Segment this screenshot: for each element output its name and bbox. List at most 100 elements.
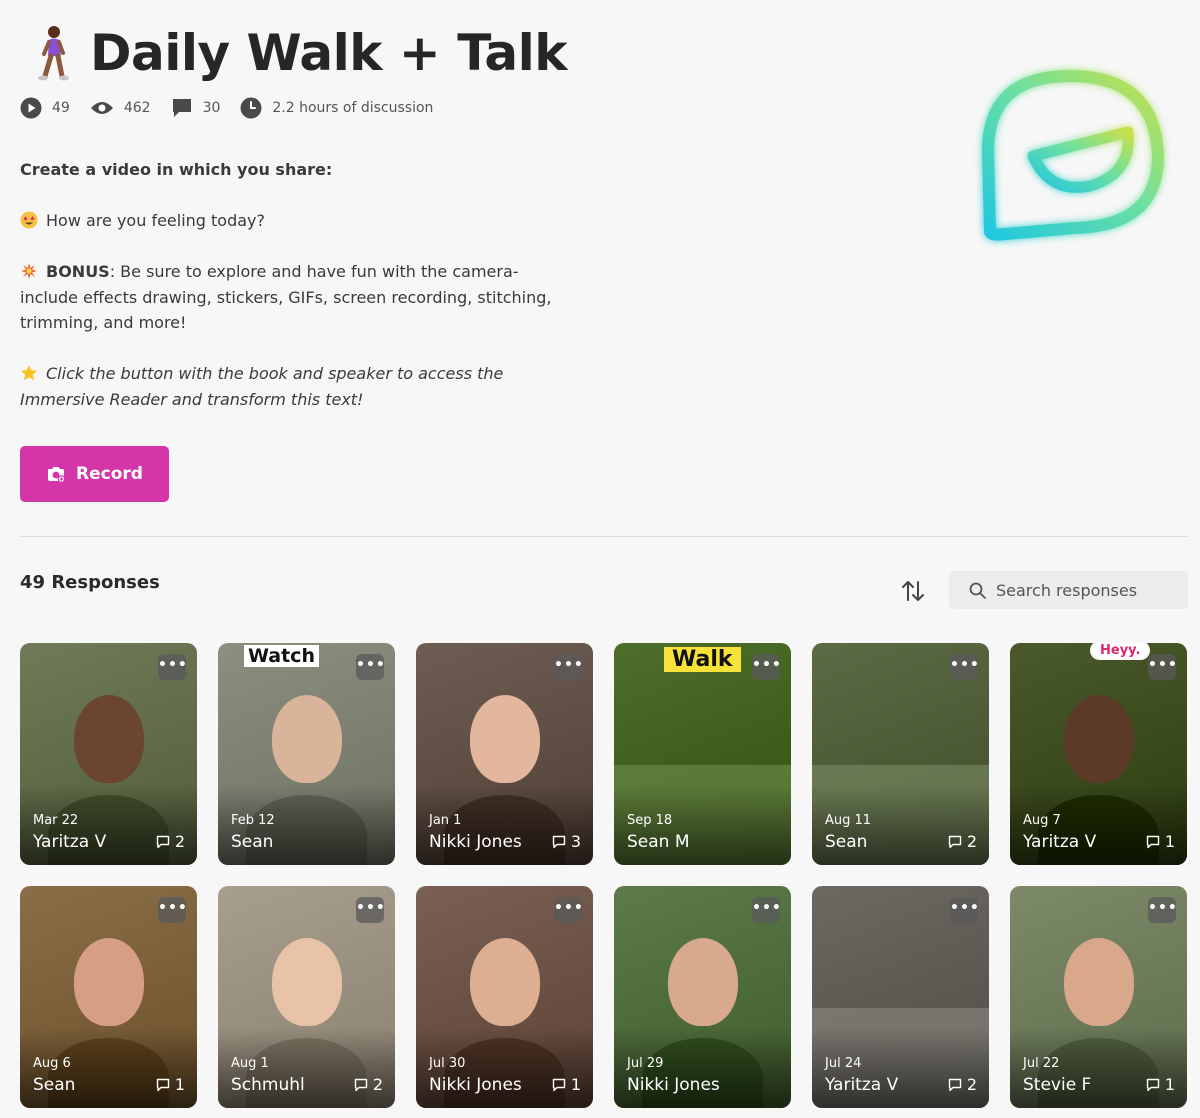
card-date: Feb 12: [231, 813, 275, 828]
card-comment-count: 3: [552, 832, 581, 851]
star-emoji-icon: [21, 365, 37, 381]
card-date: Aug 1: [231, 1056, 269, 1071]
card-author: Yaritza V: [33, 832, 107, 852]
card-comment-count: 1: [552, 1075, 581, 1094]
stat-views-count: 462: [123, 100, 151, 116]
more-options-button[interactable]: •••: [554, 654, 583, 680]
card-author: Nikki Jones: [429, 832, 522, 852]
response-card[interactable]: ••• Aug 1 Schmuhl 2: [218, 886, 395, 1108]
sort-arrows-icon[interactable]: [898, 576, 928, 606]
search-input[interactable]: [996, 580, 1186, 600]
stat-discussion-text: 2.2 hours of discussion: [272, 100, 434, 116]
card-author: Sean: [825, 832, 868, 852]
card-author: Stevie F: [1023, 1075, 1092, 1095]
card-author: Yaritza V: [1023, 832, 1097, 852]
response-card[interactable]: ••• Aug 11 Sean 2: [812, 643, 989, 865]
flip-logo-icon: [982, 70, 1164, 241]
card-author: Sean M: [627, 832, 690, 852]
sticker-text: Heyy.: [1090, 643, 1151, 660]
response-card[interactable]: ••• Jul 24 Yaritza V 2: [812, 886, 989, 1108]
more-options-button[interactable]: •••: [1148, 897, 1177, 923]
page-title: Daily Walk + Talk: [90, 24, 568, 82]
card-date: Jul 22: [1023, 1056, 1060, 1071]
prompt-bonus-label: BONUS: [46, 262, 110, 281]
comment-count-value: 2: [966, 832, 977, 851]
response-card[interactable]: ••• Jul 29 Nikki Jones: [614, 886, 791, 1108]
search-box[interactable]: [949, 571, 1188, 609]
comment-icon: [552, 835, 566, 848]
stat-comments-count: 30: [202, 100, 221, 116]
prompt-reader-note: Click the button with the book and speak…: [20, 361, 580, 412]
more-options-button[interactable]: •••: [158, 654, 187, 680]
response-card[interactable]: ••• Jul 22 Stevie F 1: [1010, 886, 1187, 1108]
more-options-button[interactable]: •••: [158, 897, 187, 923]
eye-icon: [90, 102, 113, 114]
card-author: Sean: [33, 1075, 76, 1095]
stat-views: 462: [90, 100, 151, 116]
response-card[interactable]: Watch ••• Feb 12 Sean: [218, 643, 395, 865]
more-options-button[interactable]: •••: [950, 897, 979, 923]
more-options-button[interactable]: •••: [950, 654, 979, 680]
response-card[interactable]: Heyy. ••• Aug 7 Yaritza V 1: [1010, 643, 1187, 865]
card-date: Jul 29: [627, 1056, 664, 1071]
comment-icon: [1146, 835, 1160, 848]
card-date: Jul 30: [429, 1056, 466, 1071]
response-card[interactable]: ••• Jul 30 Nikki Jones 1: [416, 886, 593, 1108]
prompt-bonus: BONUS: Be sure to explore and have fun w…: [20, 259, 580, 336]
card-date: Jul 24: [825, 1056, 862, 1071]
stat-comments: 30: [171, 97, 221, 119]
more-options-button[interactable]: •••: [752, 897, 781, 923]
camera-icon: [48, 467, 66, 483]
stat-discussion: 2.2 hours of discussion: [240, 97, 433, 119]
topic-prompt: Create a video in which you share: How a…: [20, 157, 580, 438]
comment-icon: [948, 835, 962, 848]
more-options-button[interactable]: •••: [1148, 654, 1177, 680]
response-card[interactable]: ••• Aug 6 Sean 1: [20, 886, 197, 1108]
card-date: Jan 1: [429, 813, 462, 828]
card-author: Nikki Jones: [429, 1075, 522, 1095]
prompt-feeling-text: How are you feeling today?: [46, 211, 266, 230]
play-icon: [20, 97, 42, 119]
more-options-button[interactable]: •••: [752, 654, 781, 680]
stats-bar: 49 462 30 2.2 hours of discussion: [20, 97, 453, 119]
card-date: Aug 11: [825, 813, 872, 828]
more-options-button[interactable]: •••: [554, 897, 583, 923]
comment-icon: [948, 1078, 962, 1091]
comment-icon: [156, 835, 170, 848]
comment-icon: [156, 1078, 170, 1091]
card-comment-count: 2: [354, 1075, 383, 1094]
card-comment-count: 2: [156, 832, 185, 851]
response-card[interactable]: Walk ••• Sep 18 Sean M: [614, 643, 791, 865]
card-comment-count: 2: [948, 1075, 977, 1094]
response-card[interactable]: ••• Jan 1 Nikki Jones 3: [416, 643, 593, 865]
comment-icon: [172, 99, 191, 117]
comment-count-value: 1: [1164, 832, 1175, 851]
comment-count-value: 3: [570, 832, 581, 851]
card-comment-count: 1: [156, 1075, 185, 1094]
card-comment-count: 1: [1146, 1075, 1175, 1094]
comment-count-value: 1: [1164, 1075, 1175, 1094]
response-card[interactable]: ••• Mar 22 Yaritza V 2: [20, 643, 197, 865]
comment-icon: [1146, 1078, 1160, 1091]
responses-title: 49 Responses: [20, 572, 160, 593]
more-options-button[interactable]: •••: [356, 897, 385, 923]
comment-count-value: 1: [570, 1075, 581, 1094]
card-author: Sean: [231, 832, 274, 852]
section-divider: [20, 536, 1188, 537]
comment-count-value: 2: [966, 1075, 977, 1094]
comment-count-value: 2: [174, 832, 185, 851]
stat-videos-count: 49: [52, 100, 70, 116]
sticker-text: Watch: [244, 645, 319, 667]
record-button[interactable]: Record: [20, 446, 169, 502]
card-author: Nikki Jones: [627, 1075, 720, 1095]
star-struck-emoji-icon: [20, 211, 38, 229]
comment-icon: [354, 1078, 368, 1091]
collision-emoji-icon: [21, 263, 37, 279]
card-date: Mar 22: [33, 813, 79, 828]
more-options-button[interactable]: •••: [356, 654, 385, 680]
clock-icon: [240, 97, 262, 119]
title-row: Daily Walk + Talk: [32, 24, 568, 82]
search-icon: [969, 582, 986, 599]
comment-count-value: 1: [174, 1075, 185, 1094]
prompt-reader-note-text: Click the button with the book and speak…: [20, 364, 504, 409]
